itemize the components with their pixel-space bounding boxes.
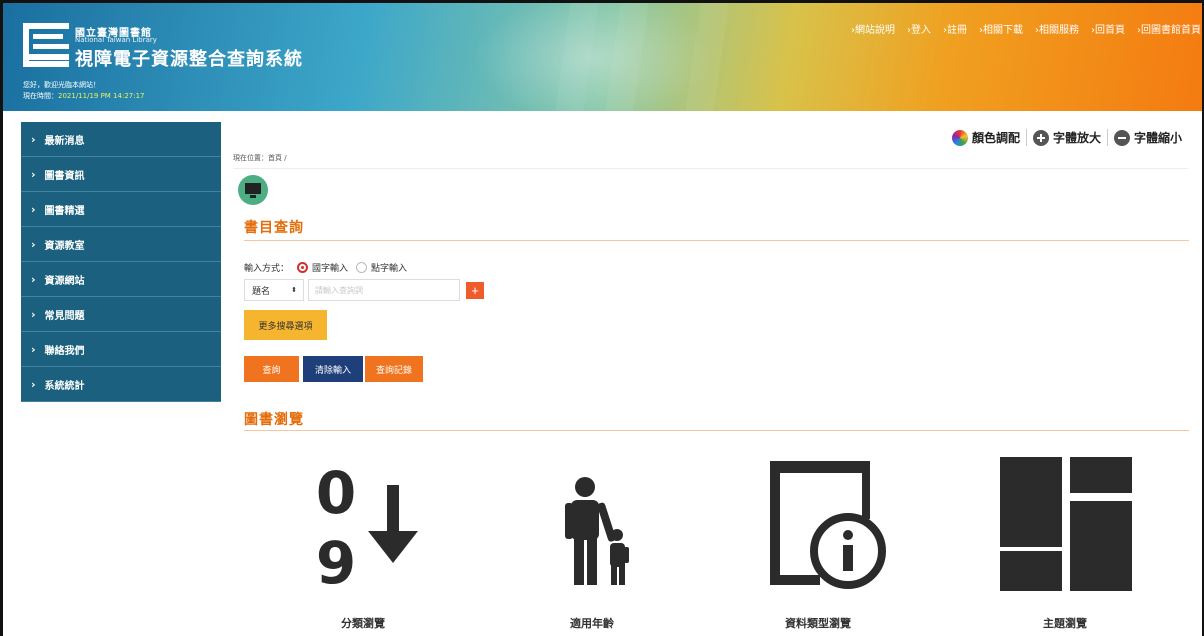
browse-theme-label: 主題瀏覽 [1043,617,1087,630]
welcome-text: 您好，歡迎光臨本網站！ [23,81,100,89]
sidebar-item-label: 資源網站 [44,275,85,287]
chevron-right-icon: › [31,377,36,391]
radio-normal-label[interactable]: 國字輸入 [312,261,348,274]
nav-home[interactable]: ›回首頁 [1091,21,1125,36]
more-search-options-button[interactable]: 更多搜尋選項 [244,310,327,340]
browse-age[interactable]: 適用年齡 [512,455,672,630]
main-content: 現在位置：首頁 / 書目查詢 輸入方式： 國字輸入 點字輸入 題名 ⬍ + 更多… [233,143,1189,630]
chevron-right-icon: › [31,167,36,181]
sidebar-item-label: 系統統計 [44,380,85,392]
nav-login[interactable]: ›登入 [907,21,931,36]
browse-section-title: 圖書瀏覽 [244,412,304,428]
chevron-right-icon: › [31,342,36,356]
theme-grid-icon [1000,457,1132,591]
sort-numeric-icon: 0 9 [316,459,418,595]
chevron-right-icon: › [31,272,36,286]
svg-text:0: 0 [316,459,356,527]
browse-age-label: 適用年齡 [570,617,614,630]
search-button[interactable]: 查詢 [244,356,299,382]
sidebar-item-label: 常見問題 [44,310,85,322]
input-mode-group: 輸入方式： 國字輸入 點字輸入 [244,261,407,274]
top-nav: ›網站說明 ›登入 ›註冊 ›相關下載 ›相關服務 ›回首頁 ›回圖書館首頁 [851,21,1201,36]
search-input[interactable] [308,279,460,301]
nav-library-home[interactable]: ›回圖書館首頁 [1137,21,1201,36]
sidebar-item-label: 聯絡我們 [44,345,85,357]
search-field-value: 題名 [252,286,271,297]
browse-material-type[interactable]: 資料類型瀏覽 [743,455,903,630]
nav-services[interactable]: ›相關服務 [1035,21,1079,36]
add-condition-button[interactable]: + [466,282,484,299]
nav-site-help[interactable]: ›網站說明 [851,21,895,36]
sidebar: › 最新消息 › 圖書資訊 › 圖書精選 › 資源教室 › 資源網站 › 常見問題 › 聯絡我… [21,122,221,402]
sidebar-item-book-info[interactable]: › 圖書資訊 [21,157,221,192]
sidebar-item-resource-room[interactable]: › 資源教室 [21,227,221,262]
sidebar-item-statistics[interactable]: › 系統統計 [21,367,221,402]
nav-register[interactable]: ›註冊 [943,21,967,36]
section-divider [244,240,1189,241]
sidebar-item-contact[interactable]: › 聯絡我們 [21,332,221,367]
browse-material-type-label: 資料類型瀏覽 [785,617,851,630]
parent-child-icon [565,477,629,585]
site-header: 國立臺灣圖書館 National Taiwan Library 視障電子資源整合… [3,3,1202,111]
sidebar-item-label: 資源教室 [44,240,85,252]
chevron-right-icon: › [31,202,36,216]
site-title[interactable]: 視障電子資源整合查詢系統 [75,45,303,71]
input-mode-label: 輸入方式： [244,264,290,274]
browse-classification-label: 分類瀏覽 [341,617,385,630]
sidebar-item-label: 最新消息 [44,135,85,147]
section-divider [244,430,1189,431]
nav-downloads[interactable]: ›相關下載 [979,21,1023,36]
sidebar-item-news[interactable]: › 最新消息 [21,122,221,157]
sidebar-item-label: 圖書資訊 [44,170,85,182]
radio-normal-input[interactable] [297,262,309,273]
radio-braille-label[interactable]: 點字輸入 [371,261,407,274]
select-arrows-icon: ⬍ [291,286,297,294]
breadcrumb[interactable]: 現在位置：首頁 / [233,153,1188,163]
sidebar-item-resource-sites[interactable]: › 資源網站 [21,262,221,297]
time-label: 現在時間： [23,92,58,100]
search-history-button[interactable]: 查詢記錄 [365,356,423,382]
time-value: 2021/11/19 PM 14:27:17 [58,92,145,100]
chevron-right-icon: › [31,307,36,321]
library-english-name: National Taiwan Library [75,36,157,44]
svg-text:9: 9 [316,529,356,595]
search-field-select[interactable]: 題名 ⬍ [244,279,304,301]
page-frame: 國立臺灣圖書館 National Taiwan Library 視障電子資源整合… [0,0,1204,636]
search-section-title: 書目查詢 [244,220,304,236]
chevron-right-icon: › [31,132,36,146]
sidebar-item-faq[interactable]: › 常見問題 [21,297,221,332]
clear-input-button[interactable]: 清除輸入 [303,356,363,382]
book-info-icon [770,461,886,589]
browse-theme[interactable]: 主題瀏覽 [985,455,1145,630]
sidebar-item-label: 圖書精選 [44,205,85,217]
radio-braille-input[interactable] [356,262,368,273]
sidebar-item-featured[interactable]: › 圖書精選 [21,192,221,227]
library-logo-icon[interactable] [23,23,69,67]
breadcrumb-divider [233,168,1188,169]
monitor-icon [238,175,268,205]
current-time: 現在時間：2021/11/19 PM 14:27:17 [23,91,145,101]
browse-classification[interactable]: 0 9 分類瀏覽 [283,455,443,630]
chevron-right-icon: › [31,237,36,251]
